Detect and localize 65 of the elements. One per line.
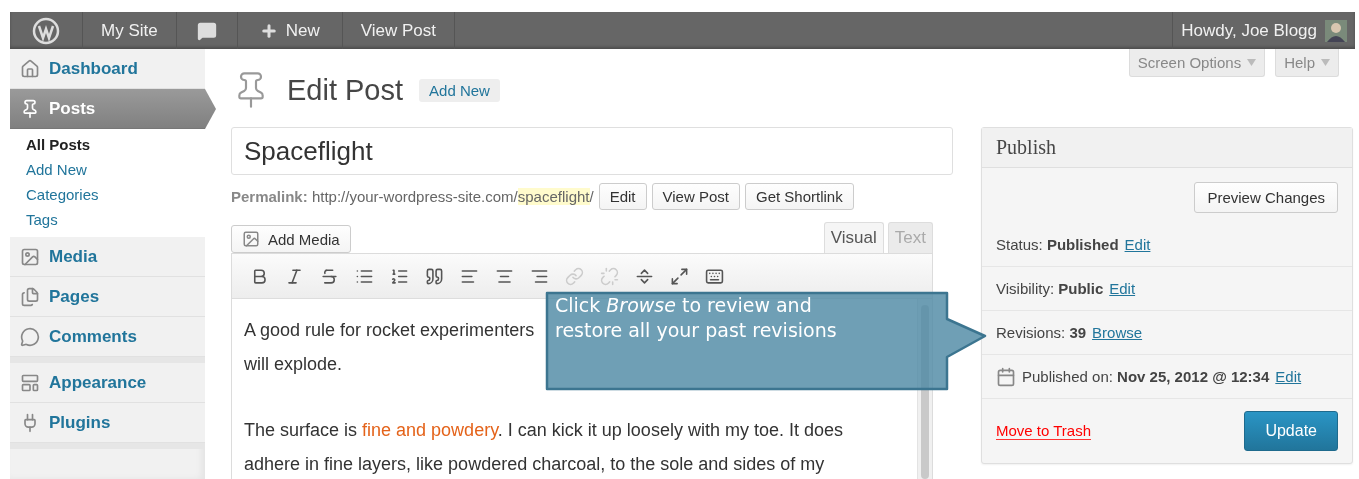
caret-icon bbox=[1321, 59, 1330, 66]
menu-item[interactable]: Comments bbox=[10, 317, 205, 357]
media-icon bbox=[20, 246, 40, 267]
preview-button[interactable]: Preview Changes bbox=[1194, 182, 1338, 213]
menu-item[interactable]: Posts bbox=[10, 89, 216, 129]
menu-item[interactable]: Pages bbox=[10, 277, 205, 317]
page-title: Edit Post bbox=[287, 73, 404, 107]
publish-info: Revisions: 39 bbox=[996, 324, 1087, 341]
submenu-item[interactable]: All Posts bbox=[26, 136, 205, 153]
trash-link[interactable]: Move to Trash bbox=[996, 422, 1092, 440]
more-tag-icon[interactable] bbox=[635, 266, 654, 286]
screen-tab[interactable]: Screen Options bbox=[1128, 49, 1266, 77]
submenu-item[interactable]: Categories bbox=[26, 186, 205, 203]
caret-icon bbox=[1247, 59, 1257, 66]
add-media-button[interactable]: Add Media bbox=[231, 225, 351, 253]
publish-info: Published on: Nov 25, 2012 @ 12:34 bbox=[1022, 368, 1270, 385]
account-link[interactable]: Howdy, Joe Blogg bbox=[1181, 20, 1317, 41]
site-link[interactable]: My Site bbox=[101, 20, 158, 41]
italic-icon[interactable] bbox=[285, 266, 304, 286]
add-new-button[interactable]: Add New bbox=[419, 78, 500, 102]
numbered-list-icon[interactable] bbox=[390, 266, 409, 286]
logo-icon[interactable] bbox=[32, 16, 60, 45]
permalink-text: Permalink: http://your-wordpress-site.com/spaceflight/ bbox=[231, 188, 594, 205]
new-link[interactable]: New bbox=[285, 20, 320, 41]
pin-icon bbox=[20, 98, 40, 119]
editor-text: A good rule for rocket experimenters bbox=[244, 319, 535, 342]
strikethrough-icon[interactable] bbox=[320, 266, 339, 286]
pages-icon bbox=[20, 286, 40, 307]
edit-link[interactable]: Edit bbox=[1124, 236, 1151, 253]
tooltip: Click Browse to review and restore all your past revisions bbox=[545, 291, 989, 391]
view-post-link[interactable]: View Post bbox=[360, 20, 436, 41]
menu-item[interactable]: Appearance bbox=[10, 363, 205, 403]
menu-item[interactable]: Media bbox=[10, 237, 205, 277]
publish-info: Status: Published bbox=[996, 236, 1119, 253]
update-button[interactable]: Update bbox=[1244, 411, 1338, 451]
edit-link[interactable]: Browse bbox=[1092, 324, 1143, 341]
edit-link[interactable]: Edit bbox=[1109, 280, 1136, 297]
media-icon bbox=[242, 230, 260, 248]
kitchen-sink-icon[interactable] bbox=[705, 266, 724, 286]
layout-icon bbox=[20, 372, 40, 393]
text-link[interactable]: fine and powdery bbox=[362, 420, 498, 440]
plus-icon bbox=[259, 21, 278, 40]
calendar-icon bbox=[996, 366, 1016, 387]
comment-icon[interactable] bbox=[196, 20, 217, 41]
menu-item[interactable]: Plugins bbox=[10, 403, 205, 443]
permalink-button[interactable]: Edit bbox=[598, 183, 647, 210]
editor-text: The surface is fine and powdery. I can kick it up loosely with my toe. It does bbox=[244, 419, 843, 442]
title-field[interactable]: Spaceflight bbox=[231, 127, 953, 175]
menu-item[interactable]: Dashboard bbox=[10, 49, 205, 89]
panel-title: Publish bbox=[982, 128, 1352, 168]
home-icon bbox=[20, 58, 40, 79]
publish-info: Visibility: Public bbox=[996, 280, 1104, 297]
permalink-button[interactable]: Get Shortlink bbox=[744, 183, 854, 210]
fullscreen-icon[interactable] bbox=[670, 266, 689, 286]
editor-text: adhere in fine layers, like powdered charcoal, to the sole and sides of my bbox=[244, 453, 825, 476]
editor-tab[interactable]: Visual bbox=[823, 222, 884, 253]
quote-icon[interactable] bbox=[425, 266, 444, 286]
edit-link[interactable]: Edit bbox=[1275, 368, 1302, 385]
speech-bubble-icon bbox=[20, 326, 40, 347]
submenu-item[interactable]: Add New bbox=[26, 161, 205, 178]
permalink-button[interactable]: View Post bbox=[651, 183, 740, 210]
editor-text: will explode. bbox=[244, 353, 343, 376]
submenu-item[interactable]: Tags bbox=[26, 211, 205, 228]
avatar-icon bbox=[1325, 19, 1347, 42]
screen-tab[interactable]: Help bbox=[1275, 49, 1339, 77]
